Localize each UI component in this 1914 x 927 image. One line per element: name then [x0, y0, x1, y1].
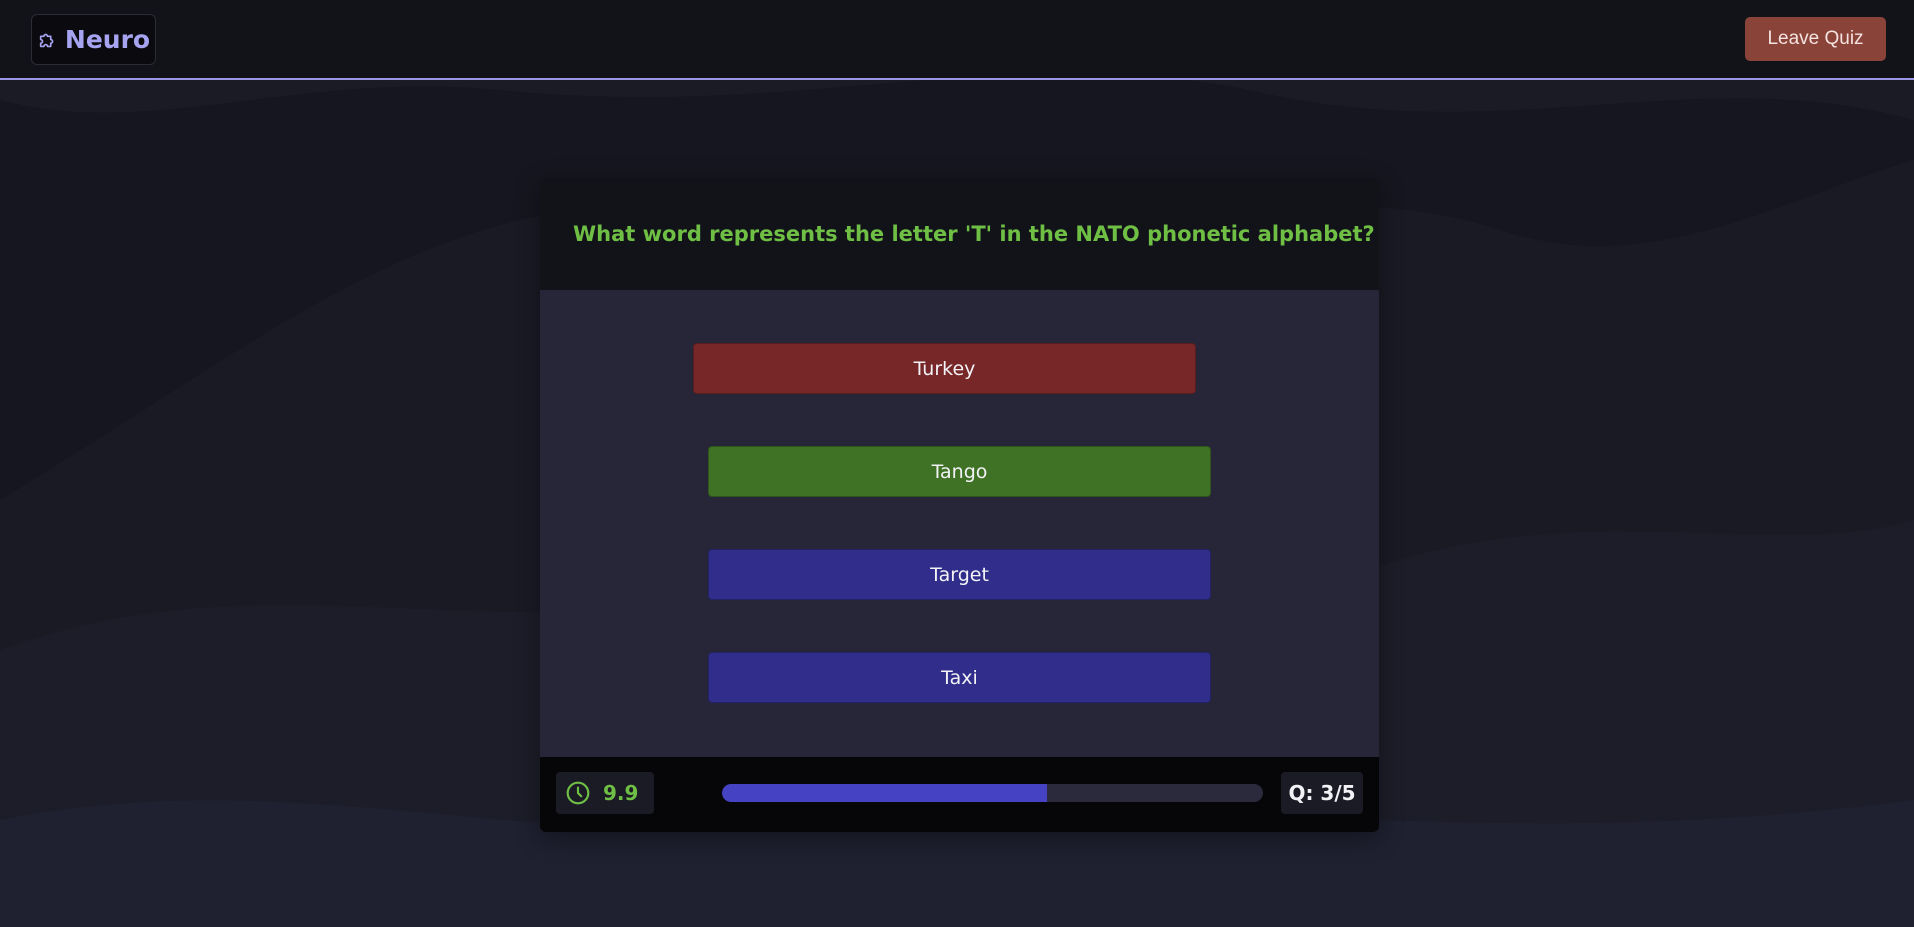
question-header: What word represents the letter 'T' in t… [540, 178, 1379, 290]
puzzle-icon [39, 33, 54, 47]
quiz-footer: 9.9 Q: 3/5 [540, 757, 1379, 832]
brand-name: Neuro [64, 25, 151, 54]
answer-option-target[interactable]: Target [708, 549, 1211, 600]
timer: 9.9 [556, 772, 654, 814]
answer-option-tango[interactable]: Tango [708, 446, 1211, 497]
brand-logo[interactable]: Neuro [31, 14, 156, 65]
answer-option-taxi[interactable]: Taxi [708, 652, 1211, 703]
question-counter: Q: 3/5 [1281, 772, 1363, 814]
clock-icon [566, 781, 590, 805]
question-text: What word represents the letter 'T' in t… [573, 222, 1375, 246]
timer-value: 9.9 [603, 781, 639, 805]
progress-bar-fill [722, 784, 1047, 802]
progress-bar [722, 784, 1263, 802]
navbar: Neuro Leave Quiz [0, 0, 1914, 80]
quiz-card: What word represents the letter 'T' in t… [540, 178, 1379, 832]
leave-quiz-button[interactable]: Leave Quiz [1745, 17, 1886, 61]
answer-option-turkey[interactable]: Turkey [693, 343, 1196, 394]
